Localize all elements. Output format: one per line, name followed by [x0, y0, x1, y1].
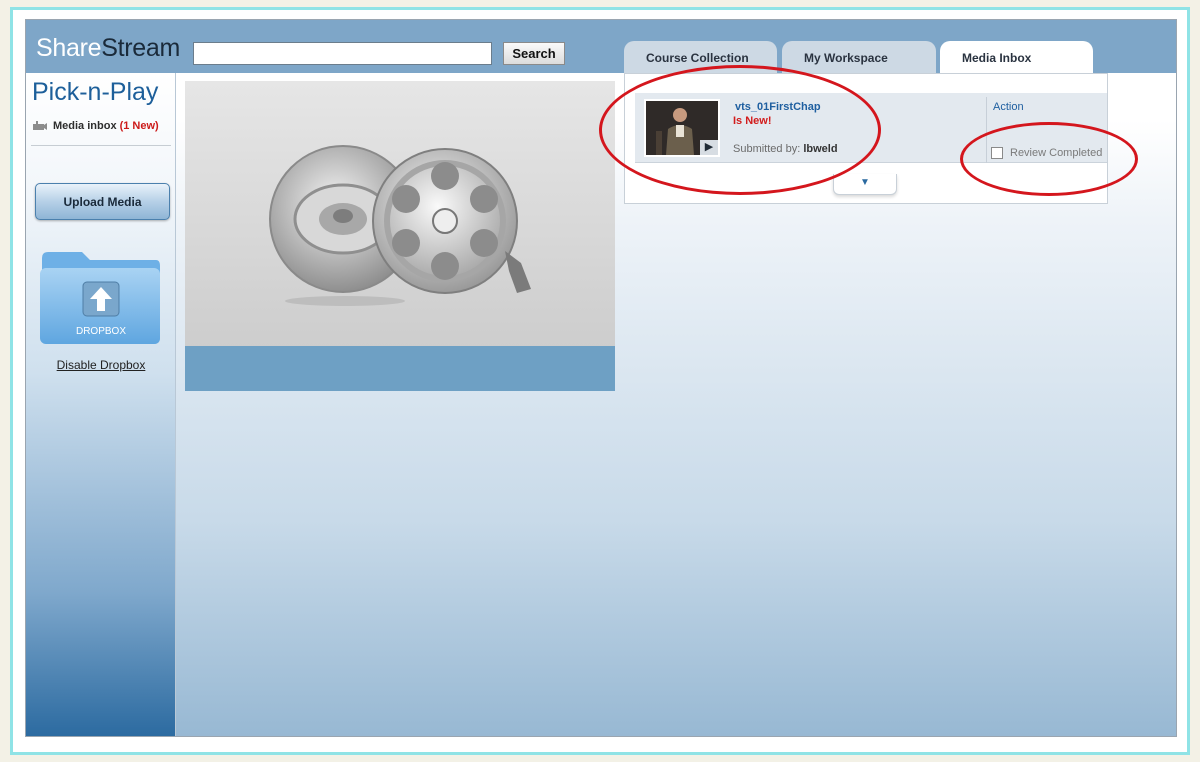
- media-placeholder-icon: [269, 145, 531, 306]
- logo-share: Share: [36, 34, 102, 62]
- video-thumbnail[interactable]: ▶: [644, 99, 720, 157]
- media-player[interactable]: [185, 81, 615, 391]
- inbox-item[interactable]: ▶ vts_01FirstChap Is New! Submitted by: …: [635, 93, 1107, 163]
- action-divider: [986, 97, 987, 163]
- new-flag: Is New!: [733, 115, 772, 127]
- inbox-tray-icon: [33, 121, 47, 130]
- dropbox-folder-icon[interactable]: DROPBOX: [38, 250, 162, 346]
- chevron-down-icon: ▼: [860, 177, 870, 188]
- upload-media-button[interactable]: Upload Media: [35, 183, 170, 220]
- new-count-badge: (1 New): [119, 120, 159, 132]
- review-completed-checkbox[interactable]: Review Completed: [991, 147, 1102, 159]
- tab-course-collection[interactable]: Course Collection: [624, 41, 777, 73]
- expand-toggle[interactable]: ▼: [833, 174, 897, 195]
- sidebar: Pick-n-Play Media inbox (1 New) Upload M…: [26, 73, 176, 736]
- tab-my-workspace[interactable]: My Workspace: [782, 41, 936, 73]
- search-input[interactable]: [193, 42, 492, 65]
- review-completed-label: Review Completed: [1010, 147, 1103, 159]
- dropbox-label: DROPBOX: [76, 326, 126, 337]
- media-inbox-link[interactable]: Media inbox (1 New): [32, 120, 159, 132]
- tab-media-inbox[interactable]: Media Inbox: [940, 41, 1093, 73]
- page-title: Pick-n-Play: [32, 78, 159, 106]
- disable-dropbox-link[interactable]: Disable Dropbox: [26, 358, 176, 372]
- logo-stream: Stream: [101, 34, 180, 62]
- media-title-link[interactable]: vts_01FirstChap: [735, 101, 821, 113]
- submitted-label: Submitted by:: [733, 143, 801, 155]
- submitter-name: lbweld: [803, 143, 838, 155]
- submitted-by: Submitted by: lbweld: [733, 143, 838, 155]
- sidebar-divider: [31, 145, 171, 146]
- search-button[interactable]: Search: [503, 42, 565, 65]
- play-icon[interactable]: ▶: [700, 140, 718, 155]
- media-inbox-panel: ▶ vts_01FirstChap Is New! Submitted by: …: [624, 73, 1108, 204]
- player-control-bar[interactable]: [185, 346, 615, 391]
- checkbox-icon[interactable]: [991, 147, 1003, 159]
- header-bar: ShareStream Search Course Collection My …: [26, 20, 1176, 73]
- action-header: Action: [993, 101, 1024, 113]
- app-logo: ShareStream: [36, 34, 180, 63]
- app-window: ShareStream Search Course Collection My …: [25, 19, 1177, 737]
- media-inbox-label: Media inbox: [53, 120, 117, 132]
